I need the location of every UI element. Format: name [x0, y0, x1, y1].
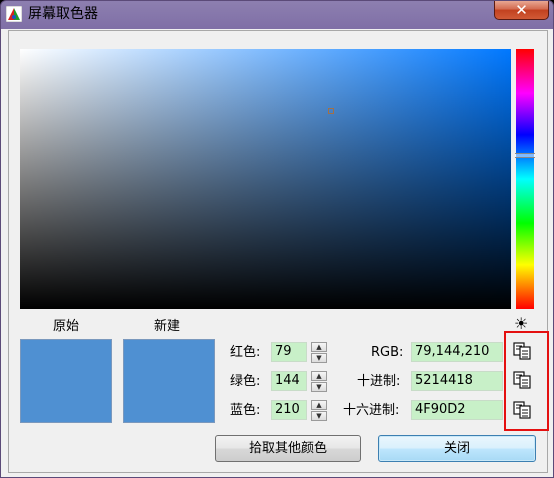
decimal-label: 十进制:	[357, 374, 401, 389]
red-input[interactable]: 79	[271, 342, 307, 362]
rgb-label: RGB:	[371, 345, 404, 360]
pick-other-color-button[interactable]: 拾取其他颜色	[215, 435, 361, 462]
new-color-swatch	[123, 339, 215, 423]
sun-icon: ☀	[514, 314, 529, 333]
original-color-label: 原始	[53, 319, 80, 334]
red-down-arrow-icon[interactable]: ▼	[311, 353, 327, 363]
color-picker-app-icon	[6, 6, 22, 22]
green-stepper[interactable]: ▲ ▼	[311, 371, 327, 392]
blue-up-arrow-icon[interactable]: ▲	[311, 400, 327, 410]
red-label: 红色:	[230, 345, 261, 360]
blue-stepper[interactable]: ▲ ▼	[311, 400, 327, 421]
blue-down-arrow-icon[interactable]: ▼	[311, 411, 327, 421]
hue-slider-handle[interactable]	[515, 153, 535, 158]
hex-label: 十六进制:	[343, 403, 400, 418]
green-label: 绿色:	[230, 374, 261, 389]
blue-input[interactable]: 210	[271, 400, 307, 420]
color-picker-window: 屏幕取色器 ✕ ☀ 原始 新建 红色: 79 ▲ ▼ 绿色: 144 ▲ ▼ 蓝色:…	[0, 0, 554, 478]
picker-cursor[interactable]	[328, 108, 334, 114]
new-color-label: 新建	[154, 319, 181, 334]
rgb-value-field[interactable]: 79,144,210	[411, 342, 503, 362]
blue-label: 蓝色:	[230, 403, 261, 418]
hex-value-field[interactable]: 4F90D2	[411, 400, 503, 420]
original-color-swatch	[20, 339, 112, 423]
green-down-arrow-icon[interactable]: ▼	[311, 382, 327, 392]
green-up-arrow-icon[interactable]: ▲	[311, 371, 327, 381]
hue-slider[interactable]	[516, 49, 534, 309]
window-close-button[interactable]: ✕	[494, 1, 549, 20]
copy-buttons-highlight	[504, 331, 549, 431]
window-title: 屏幕取色器	[28, 6, 98, 22]
title-bar[interactable]: 屏幕取色器 ✕	[1, 1, 553, 29]
close-button[interactable]: 关闭	[378, 435, 536, 462]
saturation-brightness-picker[interactable]	[20, 49, 511, 309]
red-stepper[interactable]: ▲ ▼	[311, 342, 327, 363]
dialog-body: ☀ 原始 新建 红色: 79 ▲ ▼ 绿色: 144 ▲ ▼ 蓝色: 210 ▲ ▼ …	[8, 30, 549, 473]
green-input[interactable]: 144	[271, 371, 307, 391]
decimal-value-field[interactable]: 5214418	[411, 371, 503, 391]
red-up-arrow-icon[interactable]: ▲	[311, 342, 327, 352]
